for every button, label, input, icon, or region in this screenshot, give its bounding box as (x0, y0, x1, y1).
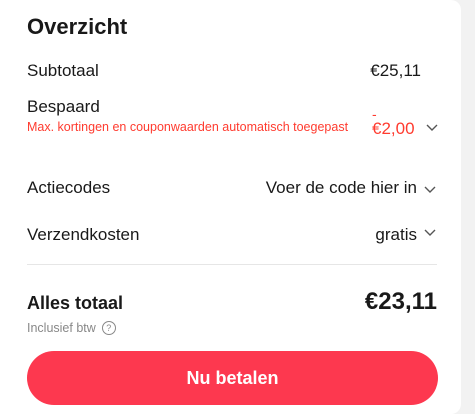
divider (27, 264, 437, 265)
subtotal-row: Subtotaal €25,11 (27, 61, 437, 81)
discount-sign: - (372, 106, 377, 122)
shipping-label: Verzendkosten (27, 225, 140, 244)
total-label: Alles totaal (27, 293, 124, 313)
order-summary-card: Overzicht Subtotaal €25,11 Bespaard Max.… (0, 0, 461, 414)
total-value: €23,11 (364, 288, 437, 315)
discount-value: €2,00 (372, 119, 415, 138)
subtotal-label: Subtotaal (27, 61, 99, 80)
discount-note: Max. kortingen en couponwaarden automati… (27, 120, 349, 134)
promo-codes-placeholder: Voer de code hier in (265, 178, 417, 197)
vat-note: Inclusief btw ? (27, 321, 116, 335)
discount-row[interactable]: Bespaard Max. kortingen en couponwaarden… (27, 97, 439, 139)
summary-title: Overzicht (27, 14, 128, 39)
chevron-down-icon (423, 181, 437, 195)
vat-label: Inclusief btw (27, 321, 96, 335)
chevron-down-icon[interactable] (425, 119, 439, 133)
discount-label: Bespaard (27, 97, 100, 116)
discount-amount-group: - €2,00 (372, 97, 439, 139)
shipping-row[interactable]: Verzendkosten gratis (27, 225, 437, 245)
discount-text: Bespaard Max. kortingen en couponwaarden… (27, 97, 372, 136)
shipping-cost: gratis (375, 225, 417, 244)
shipping-value[interactable]: gratis (375, 225, 437, 245)
discount-amount: - €2,00 (372, 106, 415, 139)
promo-codes-label: Actiecodes (27, 178, 111, 197)
promo-codes-row[interactable]: Actiecodes Voer de code hier in (27, 178, 437, 198)
promo-codes-value[interactable]: Voer de code hier in (266, 178, 437, 198)
pay-now-button[interactable]: Nu betalen (27, 351, 438, 405)
chevron-down-icon (423, 224, 437, 238)
question-circle-icon[interactable]: ? (101, 321, 116, 335)
subtotal-value: €25,11 (370, 61, 421, 80)
total-row: Alles totaal €23,11 (27, 288, 437, 316)
